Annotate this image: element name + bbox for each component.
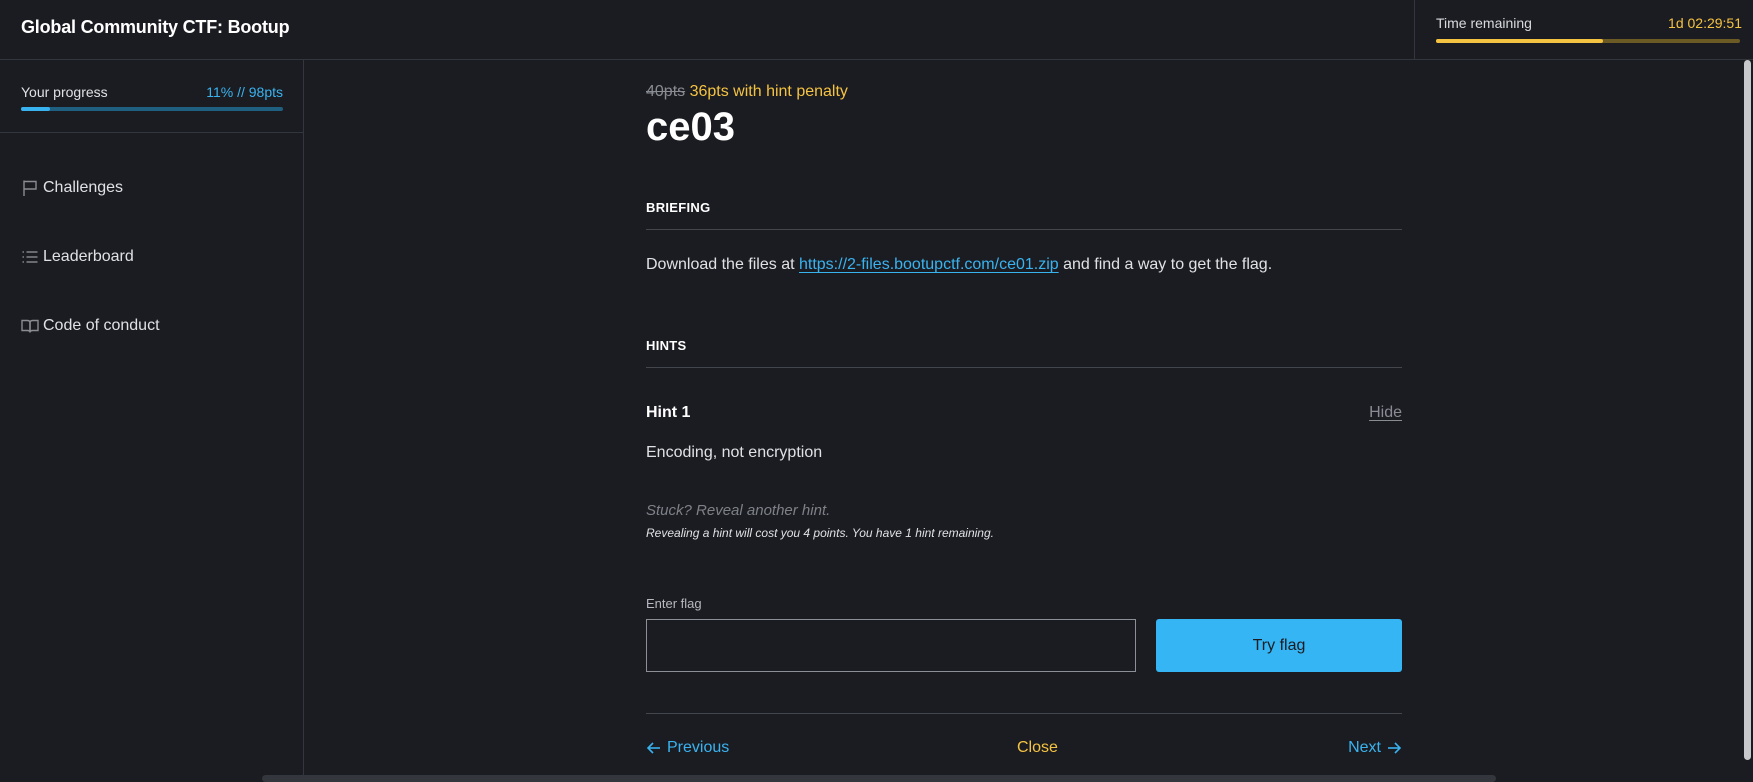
- time-remaining-panel: Time remaining 1d 02:29:51: [1414, 0, 1753, 60]
- hint-text: Encoding, not encryption: [646, 444, 823, 461]
- sidebar-item-challenges[interactable]: Challenges: [21, 175, 123, 201]
- list-icon: [21, 248, 39, 266]
- hint-title: Hint 1: [646, 404, 691, 421]
- vertical-scrollbar[interactable]: [1742, 60, 1753, 782]
- time-remaining-label: Time remaining: [1436, 15, 1532, 31]
- sidebar-item-label: Challenges: [43, 179, 124, 196]
- progress-bar: [21, 107, 283, 111]
- briefing-heading: BRIEFING: [646, 200, 1402, 230]
- horizontal-scrollbar[interactable]: [262, 775, 1496, 782]
- briefing-text-start: Download the files at: [646, 256, 799, 273]
- top-bar: Global Community CTF: Bootup Time remain…: [0, 0, 1753, 60]
- try-flag-button[interactable]: Try flag: [1156, 619, 1402, 672]
- time-remaining-bar-fill: [1436, 39, 1604, 43]
- sidebar: Your progress 11% // 98pts Challenges Le…: [0, 60, 304, 782]
- sidebar-item-label: Code of conduct: [43, 317, 160, 334]
- flag-input[interactable]: [646, 619, 1136, 672]
- progress-panel: Your progress 11% // 98pts: [0, 60, 303, 133]
- sidebar-item-label: Leaderboard: [43, 248, 134, 265]
- flag-label: Enter flag: [646, 596, 702, 611]
- close-button[interactable]: Close: [1017, 739, 1058, 757]
- reveal-hint-link[interactable]: Stuck? Reveal another hint.: [646, 502, 830, 519]
- download-link[interactable]: https://2-files.bootupctf.com/ce01.zip: [799, 256, 1059, 273]
- footer-divider: [646, 713, 1402, 714]
- progress-value: 11% // 98pts: [206, 84, 283, 100]
- challenge-title: ce03: [646, 105, 735, 149]
- next-button[interactable]: Next: [1348, 739, 1402, 757]
- next-label: Next: [1348, 739, 1381, 756]
- previous-label: Previous: [667, 739, 730, 756]
- arrow-right-icon: [1386, 740, 1402, 756]
- briefing-text-end: and find a way to get the flag.: [1058, 256, 1273, 273]
- book-icon: [21, 317, 39, 335]
- original-points: 40pts: [646, 83, 686, 100]
- reveal-hint-note: Revealing a hint will cost you 4 points.…: [646, 526, 994, 540]
- sidebar-item-code-of-conduct[interactable]: Code of conduct: [21, 313, 160, 339]
- briefing-text: Download the files at https://2-files.bo…: [646, 256, 1272, 274]
- site-title[interactable]: Global Community CTF: Bootup: [21, 17, 290, 38]
- hide-hint-button[interactable]: Hide: [1369, 404, 1402, 422]
- penalty-points: 36pts with hint penalty: [689, 83, 848, 100]
- arrow-left-icon: [646, 740, 662, 756]
- flag-icon: [21, 179, 39, 197]
- progress-label: Your progress: [21, 84, 108, 100]
- time-remaining-bar: [1436, 39, 1740, 43]
- points-line: 40pts 36pts with hint penalty: [646, 83, 848, 101]
- hints-heading: HINTS: [646, 338, 1402, 368]
- vertical-scrollbar-thumb[interactable]: [1744, 60, 1751, 760]
- progress-bar-fill: [21, 107, 50, 111]
- time-remaining-value: 1d 02:29:51: [1668, 15, 1742, 31]
- sidebar-item-leaderboard[interactable]: Leaderboard: [21, 244, 134, 270]
- previous-button[interactable]: Previous: [646, 739, 729, 757]
